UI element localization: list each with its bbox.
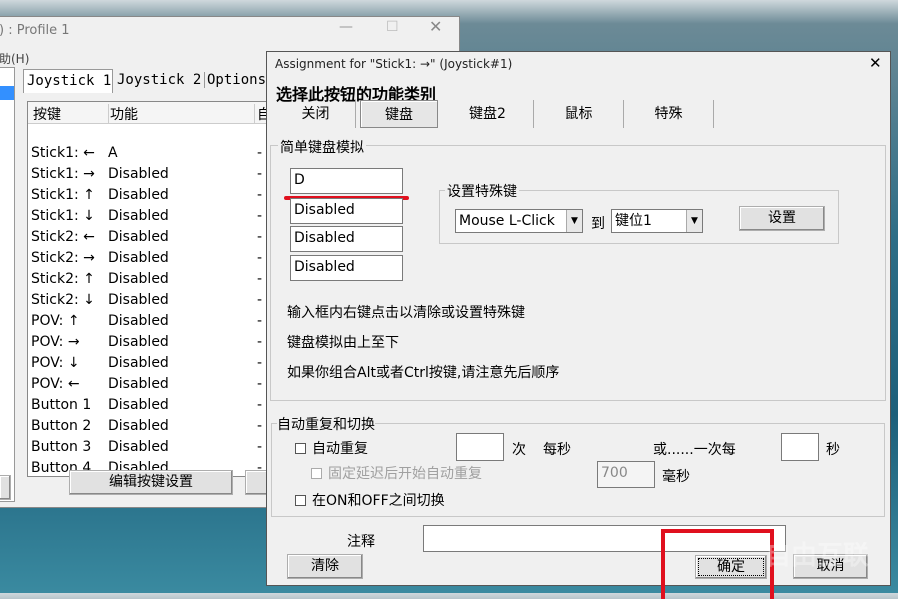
simple-keyboard-group-label: 简单键盘模拟	[278, 137, 366, 157]
function-value: Disabled	[108, 271, 169, 287]
special-key-select[interactable]: Mouse L-Click ▼	[455, 209, 583, 233]
key-name: POV: →	[31, 334, 80, 350]
auto-value: -	[257, 292, 263, 308]
key-name: Stick1: ↓	[31, 208, 95, 224]
key-name: Stick1: ↑	[31, 187, 95, 203]
red-box-annotation	[661, 529, 774, 599]
auto-value: -	[257, 229, 263, 245]
key-input-2[interactable]: Disabled	[290, 198, 403, 224]
tab-joystick-2[interactable]: Joystick 2	[115, 72, 205, 88]
column-header-key[interactable]: 按键	[33, 104, 109, 124]
function-value: Disabled	[108, 229, 169, 245]
key-input-3[interactable]: Disabled	[290, 226, 403, 252]
hint-3: 如果你组合Alt或者Ctrl按键,请注意先后顺序	[287, 365, 560, 381]
key-name: Stick1: ←	[31, 145, 95, 161]
key-name: Stick2: →	[31, 250, 95, 266]
auto-value: -	[257, 376, 263, 392]
function-value: Disabled	[108, 376, 169, 392]
key-name: Button 1	[31, 397, 92, 413]
auto-value: -	[257, 397, 263, 413]
menu-help[interactable]: 助(H)	[0, 50, 29, 67]
seconds-label: 秒	[826, 442, 840, 458]
key-name: Stick1: →	[31, 166, 95, 182]
auto-value: -	[257, 145, 263, 161]
key-name: Stick2: ←	[31, 229, 95, 245]
chevron-down-icon: ▼	[566, 210, 582, 232]
auto-value: -	[257, 313, 263, 329]
hint-2: 键盘模拟由上至下	[287, 335, 399, 351]
special-key-group-label: 设置特殊键	[445, 181, 519, 201]
key-name: POV: ↑	[31, 313, 80, 329]
or-once-every-label: 或......一次每	[653, 442, 736, 458]
set-button[interactable]: 设置	[739, 206, 825, 231]
auto-value: -	[257, 166, 263, 182]
clear-button[interactable]: 清除	[287, 554, 363, 579]
key-name: POV: ←	[31, 376, 80, 392]
auto-repeat-group-label: 自动重复和切换	[277, 414, 375, 434]
key-name: Button 2	[31, 418, 92, 434]
auto-repeat-checkbox[interactable]: 自动重复	[295, 438, 368, 458]
minimize-button[interactable]: —	[339, 19, 353, 35]
key-name: POV: ↓	[31, 355, 80, 371]
toggle-on-off-checkbox[interactable]: 在ON和OFF之间切换	[295, 490, 445, 510]
function-value: Disabled	[108, 355, 169, 371]
function-value: Disabled	[108, 418, 169, 434]
comment-label: 注释	[347, 534, 375, 550]
key-name: Button 3	[31, 439, 92, 455]
function-value: Disabled	[108, 397, 169, 413]
slot-select[interactable]: 键位1 ▼	[611, 209, 703, 233]
tab-keyboard[interactable]: 键盘	[360, 100, 438, 128]
tab-special[interactable]: 特殊	[624, 100, 714, 128]
delay-ms-input[interactable]: 700	[597, 461, 655, 488]
function-value: Disabled	[108, 292, 169, 308]
auto-value: -	[257, 439, 263, 455]
tab-mouse[interactable]: 鼠标	[534, 100, 624, 128]
interval-seconds-input[interactable]	[781, 433, 819, 461]
times-label: 次	[512, 442, 526, 458]
per-second-label: 每秒	[543, 442, 571, 458]
key-name: Stick2: ↓	[31, 292, 95, 308]
to-label: 到	[591, 216, 605, 232]
function-value: Disabled	[108, 439, 169, 455]
repeat-count-input[interactable]	[456, 433, 504, 461]
function-value: Disabled	[108, 250, 169, 266]
key-name: Stick2: ↑	[31, 271, 95, 287]
auto-value: -	[257, 208, 263, 224]
chevron-down-icon: ▼	[686, 210, 702, 232]
key-input-1[interactable]: D	[290, 168, 403, 194]
tab-options[interactable]: Options	[207, 72, 266, 88]
auto-value: -	[257, 187, 263, 203]
auto-value: -	[257, 271, 263, 287]
function-value: Disabled	[108, 166, 169, 182]
tab-keyboard-2[interactable]: 键盘2	[442, 100, 534, 128]
column-header-function[interactable]: 功能	[110, 104, 255, 124]
function-value: Disabled	[108, 334, 169, 350]
window-title: ) : Profile 1	[0, 23, 70, 38]
left-partial-button[interactable]	[0, 475, 11, 500]
edit-key-settings-button[interactable]: 编辑按键设置	[69, 470, 233, 495]
function-value: Disabled	[108, 208, 169, 224]
left-pane	[0, 67, 15, 502]
function-value: A	[108, 145, 118, 161]
maximize-button[interactable]: ☐	[386, 19, 399, 35]
tab-joystick-1[interactable]: Joystick 1	[23, 69, 113, 93]
dialog-close-button[interactable]: ✕	[869, 54, 882, 72]
auto-value: -	[257, 418, 263, 434]
dialog-title: Assignment for "Stick1: →" (Joystick#1)	[275, 57, 513, 71]
auto-value: -	[257, 334, 263, 350]
tab-off[interactable]: 关闭	[276, 100, 356, 128]
watermark: 自由互联	[765, 541, 870, 571]
fixed-delay-checkbox[interactable]: 固定延迟后开始自动重复	[311, 463, 482, 483]
close-button[interactable]: ✕	[429, 17, 442, 36]
key-input-4[interactable]: Disabled	[290, 255, 403, 281]
function-value: Disabled	[108, 187, 169, 203]
auto-value: -	[257, 250, 263, 266]
function-value: Disabled	[108, 313, 169, 329]
ms-label: 毫秒	[662, 469, 690, 485]
hint-1: 输入框内右键点击以清除或设置特殊键	[287, 305, 525, 321]
auto-value: -	[257, 355, 263, 371]
